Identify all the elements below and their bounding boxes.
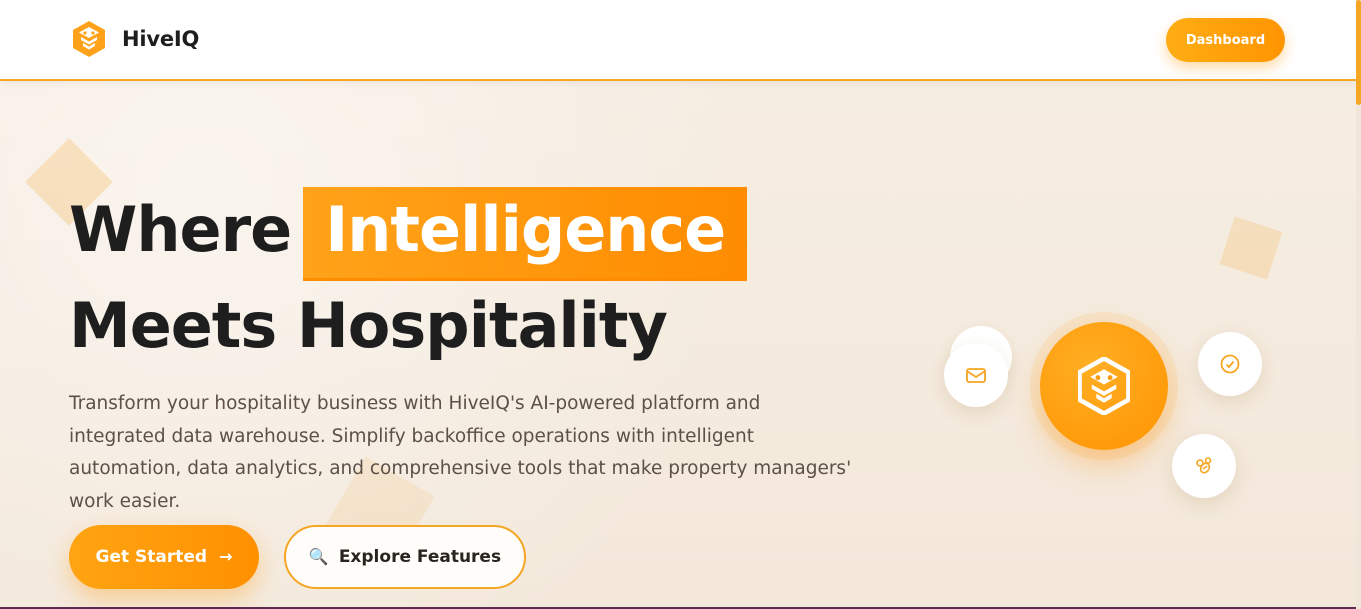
scrollbar-thumb[interactable] [1356,0,1361,105]
mail-icon [966,368,986,383]
headline-line-1: Where Intelligence [69,185,748,281]
explore-features-button[interactable]: 🔍 Explore Features [284,525,526,589]
get-started-button[interactable]: Get Started → [69,525,259,589]
check-circle-icon [1220,354,1240,374]
headline-word: Where [69,193,292,266]
headline-highlight: Intelligence [303,187,748,281]
hero-section: Where Intelligence Meets Hospitality Tran… [0,81,1356,609]
site-header: HiveIQ Dashboard [0,0,1356,81]
bee-bubble [1172,434,1236,498]
hiveiq-logo-icon [1078,357,1130,415]
headline-line-2: Meets Hospitality [69,289,668,362]
explore-features-label: Explore Features [338,547,502,567]
central-hub [1040,322,1168,450]
decorative-square [1219,216,1283,280]
get-started-label: Get Started [95,547,208,567]
dashboard-button[interactable]: Dashboard [1166,18,1285,62]
hiveiq-logo-icon [73,21,105,57]
arrow-right-icon: → [219,547,233,566]
search-icon: 🔍 [308,547,329,566]
brand[interactable]: HiveIQ [72,20,199,58]
check-bubble [1198,332,1262,396]
hero-description: Transform your hospitality business with… [69,393,852,512]
hero-headline: Where Intelligence Meets Hospitality [69,185,748,371]
bee-icon [1196,457,1212,474]
mail-bubble [944,343,1008,407]
brand-name: HiveIQ [122,27,200,51]
